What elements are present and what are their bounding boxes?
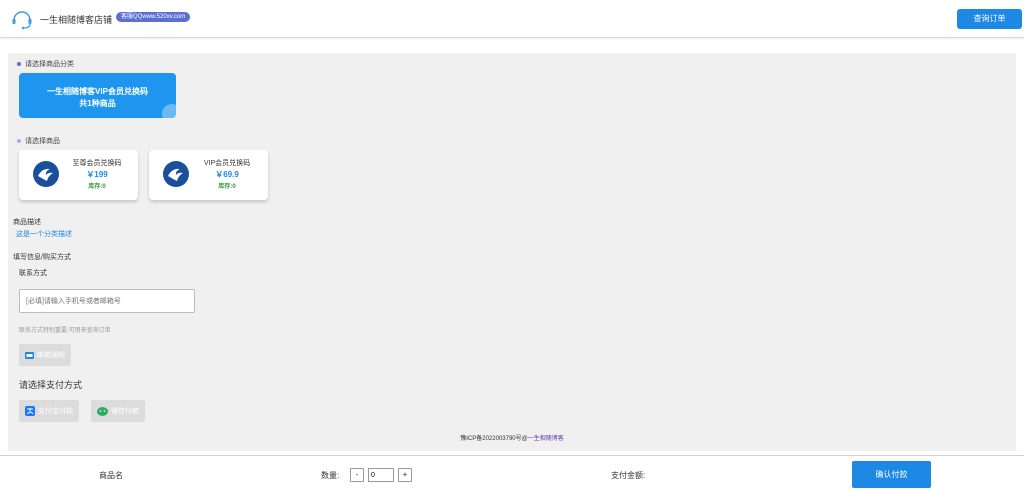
icp-text: 豫ICP备2022003790号@ [460,436,528,442]
selected-corner-icon [162,104,176,118]
dragon-logo-icon [33,161,59,187]
description-text: 这是一个分类描述 [16,231,72,238]
alipay-label: 支付宝付款 [38,408,73,415]
alipay-icon [25,406,35,416]
goods-section-text: 请选择商品 [25,138,60,145]
wechat-icon [97,406,108,416]
category-section-label: 请选择商品分类 [17,59,74,69]
top-header: 一生相随博客店铺 客服QQwww.520xv.com 查询订单 [0,0,1024,38]
category-section-text: 请选择商品分类 [25,61,74,68]
mail-icon [25,351,34,359]
amount-label: 支付金额: [611,471,646,480]
icp-footer: 豫ICP备2022003790号@一生相随博客 [8,433,1016,442]
goods-card-supreme[interactable]: 至尊会员兑换码 ￥199 库存:0 [19,150,138,200]
category-card-count: 共1种商品 [79,99,116,108]
goods-price: ￥69.9 [215,170,239,179]
query-order-button[interactable]: 查询订单 [957,9,1022,29]
quantity-input[interactable] [368,468,394,482]
email-notify-button[interactable]: 邮箱通知 [19,344,71,366]
goods-price: ￥199 [86,170,108,179]
goods-name: 至尊会员兑换码 [72,160,122,167]
email-notify-label: 邮箱通知 [37,352,65,359]
category-card-name: 一生相随博客VIP会员兑换码 [47,87,148,96]
category-card[interactable]: 一生相随博客VIP会员兑换码 共1种商品 [19,73,176,118]
contact-hint: 联系方式特别重要,可用来查询订单 [19,328,111,334]
payment-title: 请选择支付方式 [19,380,83,390]
form-section-label: 填写信息/购买方式 [13,254,71,261]
goods-section-label: 请选择商品 [17,136,60,146]
dragon-logo-icon [163,161,189,187]
wechat-label: 微信付款 [111,408,139,415]
footer-link[interactable]: 一生相随博客 [528,436,564,442]
goods-stock: 库存:0 [88,184,106,190]
bullet-icon [17,139,21,143]
confirm-pay-button[interactable]: 确认付款 [852,461,931,488]
quantity-plus-button[interactable]: + [398,468,412,482]
shop-name: 一生相随博客店铺 [40,15,113,25]
contact-input[interactable] [19,289,195,313]
goods-name: VIP会员兑换码 [203,160,251,167]
contact-label: 联系方式 [19,270,47,277]
quantity-label: 数量: [321,471,340,480]
goods-stock: 库存:0 [218,184,236,190]
description-label: 商品描述 [13,219,41,226]
bullet-icon [17,62,21,66]
goods-card-vip[interactable]: VIP会员兑换码 ￥69.9 库存:0 [149,150,268,200]
quantity-minus-button[interactable]: - [350,468,364,482]
order-panel: 请选择商品分类 一生相随博客VIP会员兑换码 共1种商品 请选择商品 至尊会员兑… [8,53,1016,451]
wechat-pay-button[interactable]: 微信付款 [91,400,145,422]
checkout-bar: 商品名 数量: - + 支付金额: 确认付款 [0,455,1024,490]
qq-badge[interactable]: 客服QQwww.520xv.com [116,12,191,22]
headset-logo-icon [12,11,32,30]
alipay-button[interactable]: 支付宝付款 [19,400,79,422]
product-name-label: 商品名 [99,471,123,480]
